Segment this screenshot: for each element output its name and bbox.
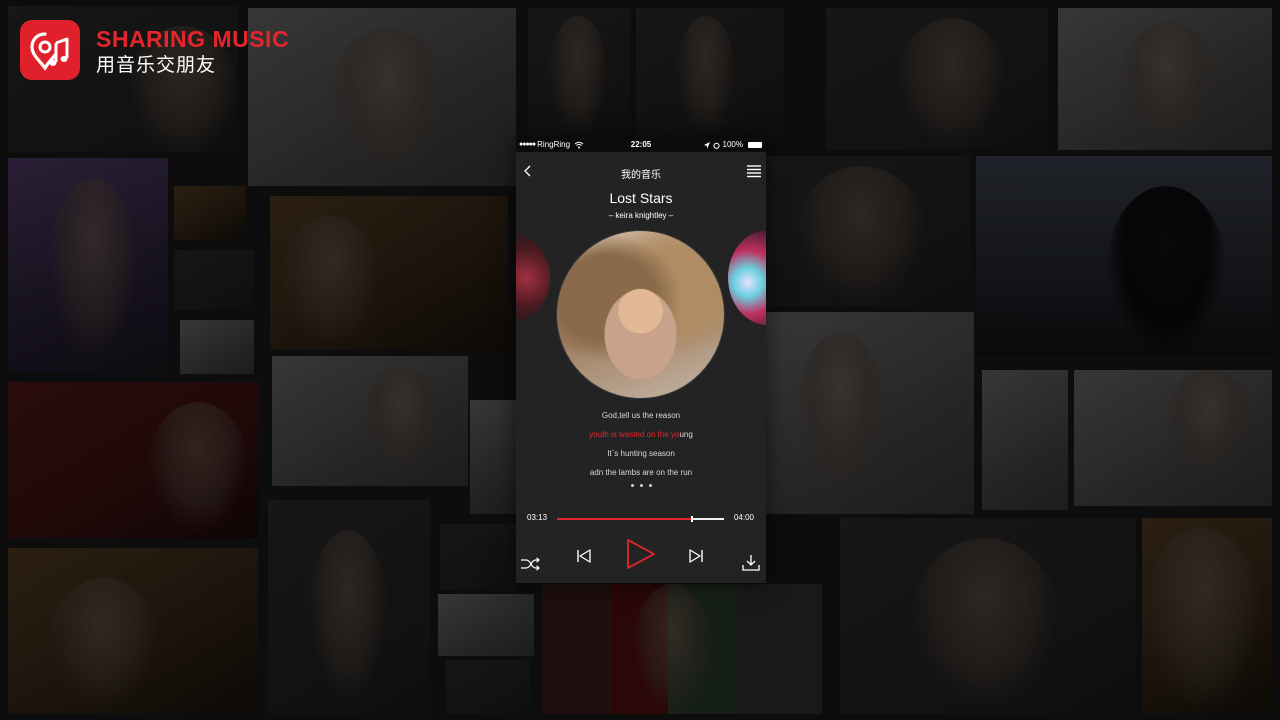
next-album-cover[interactable]: [728, 230, 766, 325]
music-player-screen: ●●●●● RingRing 22:05 100% 我的音乐 Lost Star…: [516, 138, 766, 583]
status-bar: ●●●●● RingRing 22:05 100%: [516, 138, 766, 152]
photo-tile: [1058, 8, 1272, 150]
page-indicator[interactable]: [516, 484, 766, 487]
current-time: 03:13: [527, 513, 548, 522]
photo-tile: [268, 500, 430, 714]
page-dot: [648, 484, 652, 487]
hamburger-menu-icon[interactable]: [746, 164, 762, 178]
nav-bar: 我的音乐: [516, 152, 766, 190]
photo-tile: [542, 584, 822, 714]
lyrics-panel: God,tell us the reason youth is wasted o…: [516, 406, 766, 482]
photo-tile: [636, 8, 784, 138]
photo-tile: [1074, 370, 1272, 506]
photo-tile: [982, 370, 1068, 510]
shuffle-icon[interactable]: [520, 556, 540, 572]
battery-icon: [748, 142, 762, 148]
photo-tile: [470, 400, 516, 514]
next-icon[interactable]: [688, 548, 704, 564]
photo-tile: [976, 156, 1272, 356]
music-pin-icon: [20, 20, 80, 80]
battery-percent: 100%: [722, 140, 743, 149]
play-icon[interactable]: [626, 538, 656, 570]
lyric-sung-part: youth is wasted on the yo: [589, 430, 680, 439]
photo-tile: [440, 524, 516, 590]
photo-tile: [826, 8, 1048, 150]
page-dot: [639, 484, 643, 487]
brand-header: SHARING MUSIC 用音乐交朋友: [20, 20, 289, 80]
photo-tile: [174, 250, 254, 310]
previous-icon[interactable]: [576, 548, 592, 564]
brand-subtitle: 用音乐交朋友: [96, 55, 217, 76]
lyric-line: It`s hunting season: [607, 449, 675, 458]
location-icon: [703, 141, 710, 149]
lyric-line: God,tell us the reason: [601, 411, 681, 420]
photo-tile: [1142, 518, 1272, 714]
photo-tile: [8, 158, 168, 372]
photo-tile: [446, 660, 530, 714]
artist-name: – keira knightley –: [608, 211, 674, 220]
brand-title: SHARING MUSIC: [96, 26, 290, 52]
photo-tile: [174, 186, 246, 240]
progress-fill: [557, 518, 691, 520]
photo-tile: [528, 8, 630, 138]
progress-thumb[interactable]: [690, 516, 693, 522]
photo-tile: [8, 382, 258, 538]
previous-album-cover[interactable]: [516, 233, 550, 323]
download-icon[interactable]: [742, 554, 760, 572]
song-title: Lost Stars: [609, 190, 673, 206]
page-dot: [630, 484, 634, 487]
photo-tile: [270, 196, 508, 350]
lyric-unsung-part: ung: [679, 430, 693, 439]
lyric-line: adn the lambs are on the run: [589, 468, 693, 477]
lyric-line-current: youth is wasted on the young: [516, 425, 766, 444]
album-cover[interactable]: [556, 230, 725, 399]
photo-tile: [766, 156, 970, 306]
photo-tile: [272, 356, 468, 486]
page-title: 我的音乐: [621, 170, 661, 181]
photo-tile: [8, 548, 258, 714]
alarm-icon: [712, 142, 720, 149]
photo-tile: [840, 518, 1136, 714]
progress-slider[interactable]: [557, 516, 724, 522]
photo-tile: [766, 312, 974, 514]
photo-tile: [180, 320, 254, 374]
total-time: 04:00: [733, 513, 754, 522]
photo-tile: [438, 594, 534, 656]
